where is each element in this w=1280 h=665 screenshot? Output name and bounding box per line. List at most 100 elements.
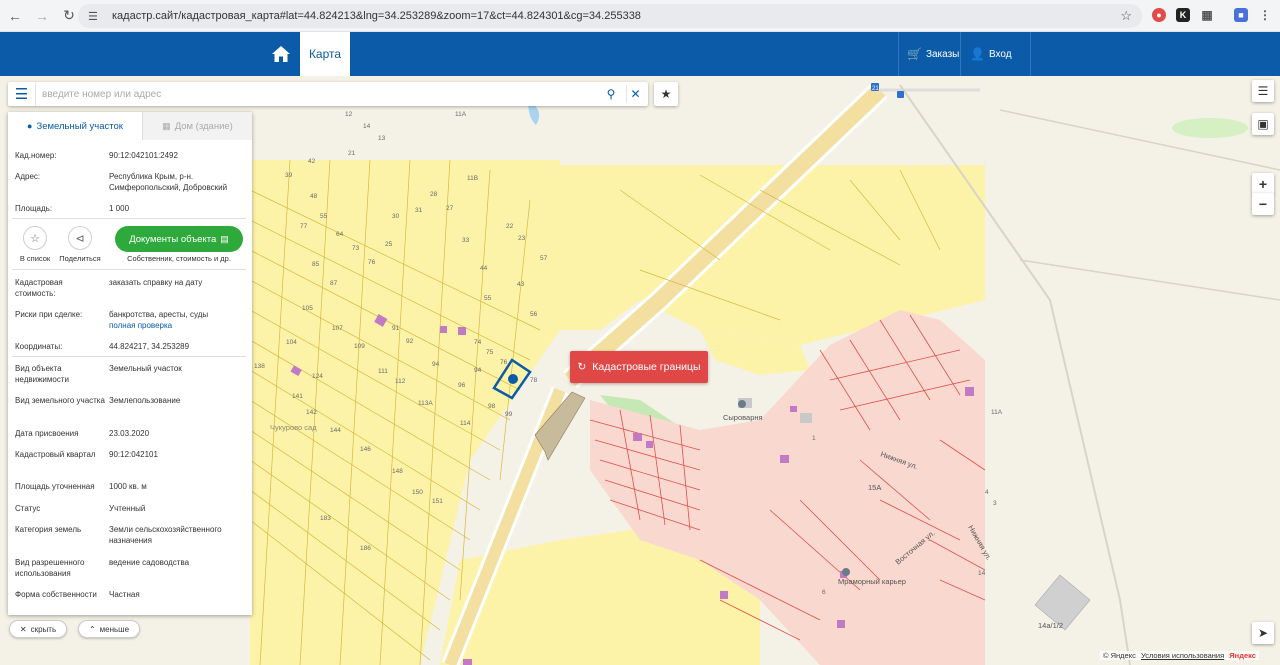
svg-text:151: 151 xyxy=(432,498,443,505)
permitted-use-label: Вид разрешенного использования xyxy=(15,558,85,578)
share-icon[interactable]: ⊲ xyxy=(68,226,92,250)
map-label-garden: Чукурово сад xyxy=(270,423,317,432)
svg-text:1: 1 xyxy=(812,435,816,442)
tab-map[interactable]: Карта xyxy=(300,32,350,76)
site-header: Карта 🛒 Заказы 👤 Вход xyxy=(0,32,1280,76)
svg-text:76: 76 xyxy=(500,359,508,366)
date-value: 23.03.2020 xyxy=(109,429,150,438)
category-label: Категория земель xyxy=(15,525,82,534)
panel-tabs: ● Земельный участок ▦ Дом (здание) xyxy=(8,112,252,140)
fullscreen-icon[interactable]: ▣ xyxy=(1252,113,1274,135)
divider xyxy=(12,356,246,357)
info-panel: ● Земельный участок ▦ Дом (здание) Кад.н… xyxy=(8,112,252,615)
svg-text:94: 94 xyxy=(474,367,482,374)
documents-button[interactable]: Документы объекта ▤ xyxy=(115,226,243,252)
collapse-panel-button[interactable]: ⌃ меньше xyxy=(78,620,140,638)
bookmark-star-icon[interactable]: ☆ xyxy=(1120,8,1132,24)
browser-menu-icon[interactable]: ⋮ xyxy=(1258,8,1272,22)
refresh-icon: ↻ xyxy=(577,361,587,373)
quarter-label: Кадастровый квартал xyxy=(15,450,96,459)
tab-land-plot[interactable]: ● Земельный участок xyxy=(8,112,142,140)
svg-text:113A: 113A xyxy=(418,400,433,407)
extension-red-icon[interactable]: ● xyxy=(1152,8,1166,22)
svg-text:31: 31 xyxy=(415,207,423,214)
profile-icon[interactable]: ■ xyxy=(1234,8,1248,22)
object-type-value: Земельный участок xyxy=(109,364,182,373)
close-icon[interactable]: ✕ xyxy=(626,85,644,103)
svg-text:11B: 11B xyxy=(467,175,478,182)
favorites-star-icon[interactable]: ★ xyxy=(654,82,678,106)
login-link[interactable]: 👤 Вход xyxy=(970,32,1012,76)
svg-text:48: 48 xyxy=(310,193,318,200)
svg-text:22: 22 xyxy=(506,223,514,230)
documents-button-label: Документы объекта xyxy=(129,233,217,245)
cadastral-borders-button[interactable]: ↻ Кадастровые границы xyxy=(570,351,708,383)
svg-text:105: 105 xyxy=(302,305,313,312)
tab-building[interactable]: ▦ Дом (здание) xyxy=(142,112,252,140)
orders-link[interactable]: 🛒 Заказы xyxy=(907,32,959,76)
svg-text:14: 14 xyxy=(978,570,986,577)
hide-panel-button[interactable]: ✕ скрыть xyxy=(9,620,67,638)
svg-text:148: 148 xyxy=(392,468,403,475)
search-icon[interactable]: ⚲ xyxy=(602,85,620,103)
land-plot-icon: ● xyxy=(27,121,33,131)
map-label-15a: 15А xyxy=(868,483,881,492)
svg-text:92: 92 xyxy=(406,338,414,345)
land-type-value: Землепользование xyxy=(109,396,181,405)
svg-text:64: 64 xyxy=(336,231,344,238)
back-icon[interactable]: ← xyxy=(3,4,27,28)
svg-text:183: 183 xyxy=(320,515,331,522)
search-input[interactable] xyxy=(42,85,592,103)
less-label: меньше xyxy=(99,624,130,634)
map-label-cheese: Сыроварня xyxy=(723,413,763,422)
address-value: Республика Крым, р-н. Симферопольский, Д… xyxy=(109,172,228,192)
map-label-quarry: Мраморный карьер xyxy=(838,577,906,586)
full-check-link[interactable]: полная проверка xyxy=(109,320,247,331)
terms-link[interactable]: Условия использования xyxy=(1141,651,1224,660)
cadnum-link[interactable]: 90:12:042101:2492 xyxy=(109,150,247,161)
cost-label: Кадастровая стоимость: xyxy=(15,278,63,298)
svg-text:23: 23 xyxy=(518,235,526,242)
menu-icon[interactable]: ☰ xyxy=(8,82,36,106)
svg-text:75: 75 xyxy=(486,349,494,356)
search-bar: ☰ ⚲ ✕ xyxy=(8,82,648,106)
coords-value: 44.824217, 34.253289 xyxy=(109,342,190,351)
svg-text:57: 57 xyxy=(540,255,548,262)
risks-value: банкротства, аресты, суды полная проверк… xyxy=(109,309,247,331)
svg-text:96: 96 xyxy=(458,382,466,389)
address-bar[interactable]: ☰ кадастр.сайт/кадастровая_карта#lat=44.… xyxy=(78,4,1142,28)
svg-text:141: 141 xyxy=(292,393,303,400)
login-label: Вход xyxy=(988,48,1012,60)
status-label: Статус xyxy=(15,504,41,513)
svg-text:56: 56 xyxy=(530,311,538,318)
forward-icon[interactable]: → xyxy=(30,4,54,28)
cost-order-link[interactable]: заказать справку на дату xyxy=(109,277,247,288)
url-text: кадастр.сайт/кадастровая_карта#lat=44.82… xyxy=(112,10,641,22)
zoom-out-button[interactable]: − xyxy=(1252,193,1274,215)
quarter-value: 90:12:042101 xyxy=(109,450,158,459)
svg-text:14: 14 xyxy=(363,123,371,130)
map-attribution: © Яндекс Условия использования Яндекс xyxy=(1100,651,1259,660)
svg-text:25: 25 xyxy=(385,241,393,248)
user-icon: 👤 xyxy=(970,47,985,61)
svg-text:13: 13 xyxy=(378,135,386,142)
home-button[interactable] xyxy=(262,32,300,76)
layers-icon[interactable]: ☰ xyxy=(1252,80,1274,102)
extensions-puzzle-icon[interactable]: ▦ xyxy=(1200,8,1214,22)
geolocation-icon[interactable]: ➤ xyxy=(1252,622,1274,644)
extension-k-icon[interactable]: K xyxy=(1176,8,1190,22)
svg-text:42: 42 xyxy=(308,158,316,165)
ownership-label: Форма собственности xyxy=(15,590,97,599)
svg-text:186: 186 xyxy=(360,545,371,552)
header-separator xyxy=(898,32,899,76)
area-spec-label: Площадь уточненная xyxy=(15,482,95,491)
svg-text:11A: 11A xyxy=(991,409,1003,416)
site-settings-icon[interactable]: ☰ xyxy=(88,10,102,23)
zoom-in-button[interactable]: + xyxy=(1252,173,1274,195)
document-icon: ▤ xyxy=(220,233,229,244)
attribution-copyright: © Яндекс xyxy=(1103,651,1136,660)
area-value: 1 000 xyxy=(109,204,130,213)
close-icon: ✕ xyxy=(19,624,27,634)
category-value: Земли сельскохозяйственного назначения xyxy=(109,525,222,545)
add-to-list-star-icon[interactable]: ☆ xyxy=(23,226,47,250)
